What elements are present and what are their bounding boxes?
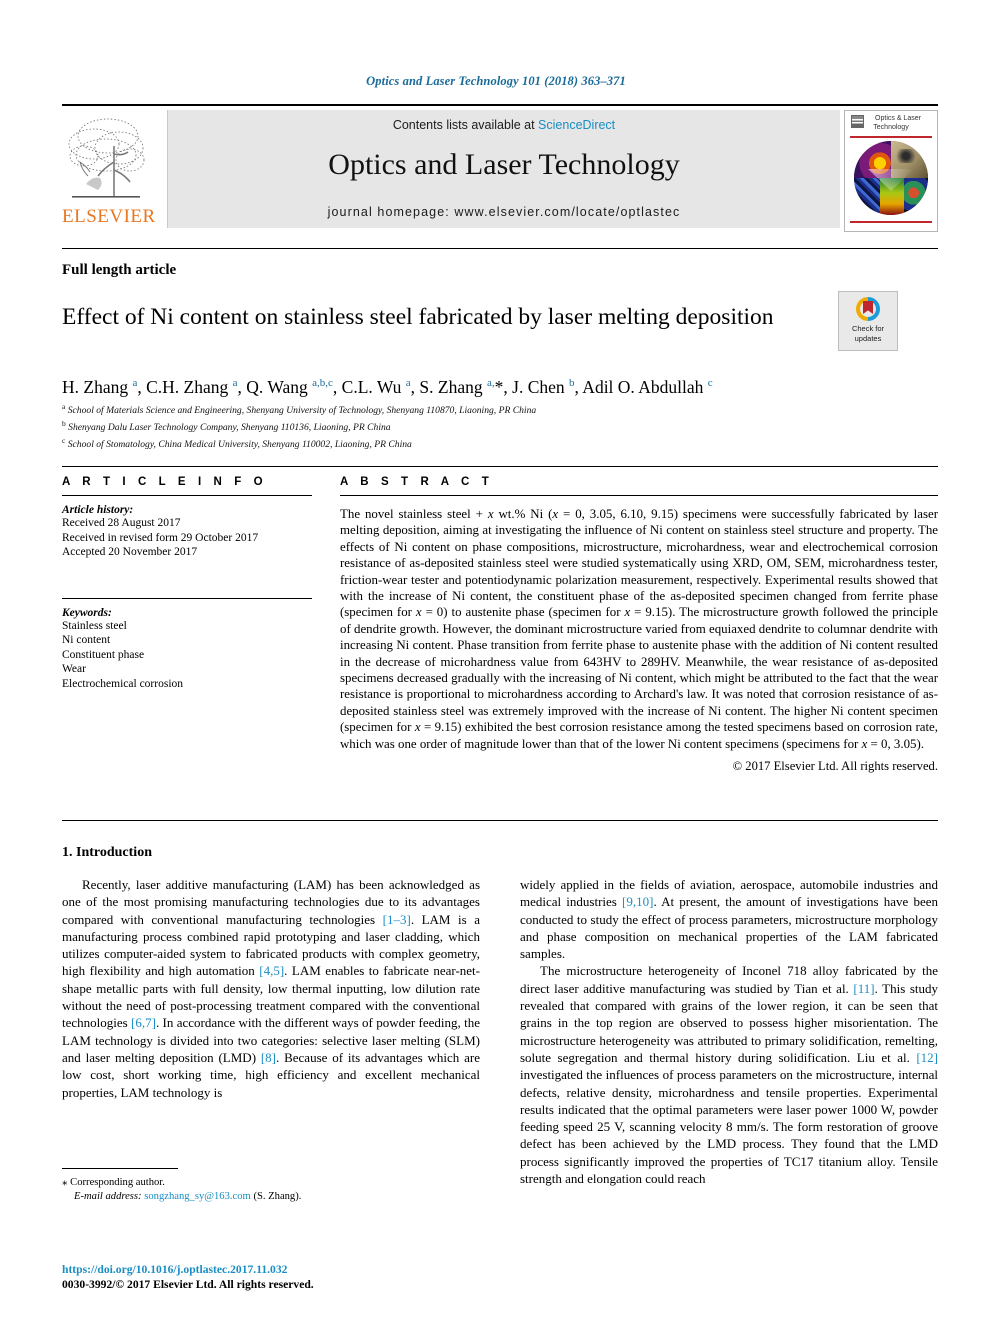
email-owner: (S. Zhang). (253, 1191, 302, 1202)
sciencedirect-link[interactable]: ScienceDirect (538, 118, 615, 132)
author-list: H. Zhang a, C.H. Zhang a, Q. Wang a,b,c,… (62, 377, 713, 397)
keywords-block: Keywords: Stainless steel Ni content Con… (62, 597, 312, 692)
paper-page: Optics and Laser Technology 101 (2018) 3… (0, 0, 992, 1323)
journal-homepage-link[interactable]: journal homepage: www.elsevier.com/locat… (168, 205, 840, 219)
intro-paragraph-3: The microstructure heterogeneity of Inco… (520, 963, 938, 1187)
article-info-rule (62, 495, 312, 496)
body-column-right: widely applied in the fields of aviation… (520, 876, 938, 1187)
crossmark-badge[interactable]: Check for updates (838, 291, 898, 351)
affiliation-item: a School of Materials Science and Engine… (62, 402, 537, 417)
asterisk-icon: ⁎ (62, 1176, 68, 1188)
article-type-label: Full length article (62, 262, 177, 278)
intro-paragraph-1: Recently, laser additive manufacturing (… (62, 877, 480, 1100)
cover-title-line1: Optics & Laser (875, 115, 921, 122)
cover-collage-image (854, 141, 928, 215)
title-divider (62, 248, 938, 249)
article-info-column: A R T I C L E I N F O Article history: R… (62, 476, 312, 691)
cover-title: Optics & Laser Technology (845, 114, 937, 132)
email-note: E-mail address: songzhang_sy@163.com (S.… (62, 1190, 482, 1204)
contents-list-line: Contents lists available at ScienceDirec… (168, 118, 840, 132)
crossmark-label-line1: Check for (851, 324, 885, 333)
keyword-item: Ni content (62, 634, 111, 646)
abstract-text: The novel stainless steel + x wt.% Ni (x… (340, 507, 939, 751)
elsevier-wordmark: ELSEVIER (62, 206, 156, 227)
section-heading-introduction: 1. Introduction (62, 845, 152, 860)
abstract-block-top-rule (62, 466, 938, 467)
footer-block: https://doi.org/10.1016/j.optlastec.2017… (62, 1262, 562, 1292)
journal-cover-thumbnail: Optics & Laser Technology (844, 110, 938, 232)
article-history-label: Article history: (62, 504, 134, 516)
email-link[interactable]: songzhang_sy@163.com (144, 1191, 251, 1202)
running-head: Optics and Laser Technology 101 (2018) 3… (366, 74, 626, 88)
doi-link[interactable]: https://doi.org/10.1016/j.optlastec.2017… (62, 1262, 562, 1277)
cover-title-line2: Technology (873, 124, 909, 131)
cover-rule-bottom (850, 221, 932, 223)
issn-copyright-line: 0030-3992/© 2017 Elsevier Ltd. All right… (62, 1278, 314, 1291)
keyword-item: Wear (62, 663, 86, 675)
keyword-item: Constituent phase (62, 648, 145, 661)
abstract-column: A B S T R A C T The novel stainless stee… (340, 476, 938, 774)
abstract-block-bottom-rule (62, 820, 938, 821)
keywords-rule (62, 597, 312, 599)
abstract-copyright: © 2017 Elsevier Ltd. All rights reserved… (732, 759, 938, 774)
elsevier-logo: ELSEVIER (62, 110, 156, 232)
body-column-left: Recently, laser additive manufacturing (… (62, 876, 480, 1101)
footnote-block: ⁎ Corresponding author. E-mail address: … (62, 1175, 482, 1204)
abstract-rule (340, 495, 938, 496)
article-history-item: Received 28 August 2017 (62, 517, 181, 529)
corresponding-author-note: ⁎ Corresponding author. (62, 1175, 482, 1190)
intro-paragraph-2: widely applied in the fields of aviation… (520, 877, 938, 962)
journal-masthead: ELSEVIER Contents lists available at Sci… (62, 104, 938, 232)
page-title: Effect of Ni content on stainless steel … (62, 303, 774, 330)
corresponding-author-text: Corresponding author. (70, 1177, 165, 1188)
affiliation-list: a School of Materials Science and Engine… (62, 401, 938, 452)
crossmark-label-line2: updates (854, 333, 882, 343)
journal-title: Optics and Laser Technology (328, 148, 680, 181)
keyword-item: Stainless steel (62, 619, 127, 632)
keywords-label: Keywords: (62, 606, 112, 619)
crossmark-label: Check for updates (839, 324, 897, 343)
article-info-heading: A R T I C L E I N F O (62, 476, 268, 488)
email-label: E-mail address: (74, 1191, 142, 1202)
abstract-heading: A B S T R A C T (340, 476, 494, 488)
footnote-rule (62, 1168, 178, 1169)
keyword-item: Electrochemical corrosion (62, 677, 184, 690)
article-history-item: Received in revised form 29 October 2017 (62, 531, 259, 544)
cover-rule-top (850, 136, 932, 138)
elsevier-tree-icon (68, 118, 145, 198)
affiliation-item: c School of Stomatology, China Medical U… (62, 435, 412, 451)
journal-banner: Contents lists available at ScienceDirec… (167, 110, 840, 228)
contents-prefix: Contents lists available at (392, 118, 539, 132)
affiliation-item: b Shenyang Dalu Laser Technology Company… (62, 418, 391, 434)
article-history-item: Accepted 20 November 2017 (62, 546, 198, 558)
